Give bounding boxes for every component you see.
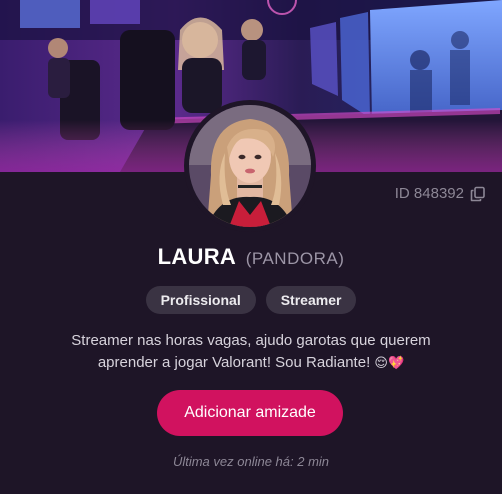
last-online-status: Última vez online há: 2 min — [172, 454, 330, 469]
bio-line-2: aprender a jogar Valorant! Sou Radiante!… — [40, 352, 462, 375]
user-id-label: ID 848392 — [394, 185, 464, 202]
profile-name: LAURA (PANDORA) — [0, 244, 502, 270]
add-friend-button[interactable]: Adicionar amizade — [157, 390, 343, 436]
bio-emojis: 😌💖 — [374, 356, 405, 371]
display-name: LAURA — [157, 244, 236, 269]
copy-icon[interactable] — [470, 186, 486, 202]
avatar-frame — [184, 100, 316, 232]
user-id: ID 848392 — [395, 185, 486, 202]
bio-line-2-text: aprender a jogar Valorant! Sou Radiante! — [97, 354, 371, 371]
tag-profissional: Profissional — [145, 286, 256, 314]
tag-streamer: Streamer — [265, 286, 357, 314]
profile-bio: Streamer nas horas vagas, ajudo garotas … — [40, 330, 462, 375]
profile-tags: Profissional Streamer — [0, 286, 502, 314]
bio-line-1: Streamer nas horas vagas, ajudo garotas … — [71, 332, 431, 349]
avatar — [189, 105, 311, 227]
nickname: (PANDORA) — [245, 249, 345, 268]
profile-card: ID 848392 LAURA (PANDORA) Profissional S… — [0, 0, 502, 494]
